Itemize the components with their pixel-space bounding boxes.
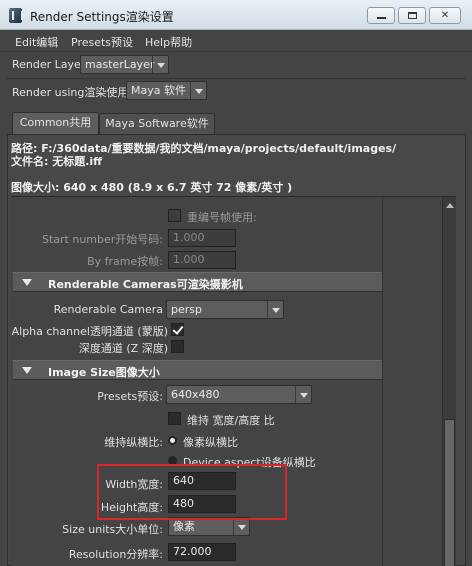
frame-padding-checkbox[interactable] [168,209,181,222]
divider [382,197,383,566]
section-renderable-cameras[interactable]: Renderable Cameras可渲染摄影机 [13,272,382,292]
menu-bar: Edit编辑 Presets预设 Help帮助 [0,30,472,52]
resolution-label: Resolution分辨率: [68,548,163,561]
tab-maya-software[interactable]: Maya Software软件 [99,113,215,134]
maya-app-icon [9,8,23,23]
render-layer-label: Render Layer [12,58,86,71]
size-units-label: Size units大小单位: [62,523,163,536]
render-layer-dropdown[interactable]: masterLayer [80,55,169,74]
collapse-arrow-icon [22,367,32,374]
depth-channel-label: 深度通道 (Z 深度) [78,342,168,355]
render-using-dropdown[interactable]: Maya 软件 [126,81,207,100]
chevron-down-icon [152,56,168,73]
renderable-camera-dropdown[interactable]: persp [166,300,284,319]
section-title: Image Size图像大小 [48,366,160,379]
size-units-value: 像素 [173,520,195,533]
maximize-button[interactable] [398,7,426,24]
chevron-down-icon [267,301,283,318]
resolution-field[interactable]: 72.000 [168,543,236,561]
output-filename: 文件名: 无标题.iff [11,155,103,168]
chevron-down-icon [295,386,311,403]
scroll-thumb[interactable] [444,419,455,566]
presets-label: Presets预设: [97,390,163,403]
window-title: Render Settings渲染设置 [30,10,174,24]
maintain-ratio-label: 维持 宽度/高度 比 [187,414,275,427]
image-size-summary: 图像大小: 640 x 480 (8.9 x 6.7 英寸 72 像素/英寸 ) [11,181,293,194]
menu-edit[interactable]: Edit编辑 [15,34,58,50]
menu-help[interactable]: Help帮助 [145,34,192,50]
presets-value: 640x480 [171,388,220,401]
start-number-field[interactable]: 1.000 [168,229,236,247]
maintain-ratio-checkbox[interactable] [168,412,181,425]
alpha-channel-label: Alpha channel透明通道 (蒙版) [11,325,168,338]
separator [6,78,466,79]
vertical-scrollbar[interactable] [442,197,456,566]
alpha-channel-checkbox[interactable] [171,323,184,336]
section-image-size[interactable]: Image Size图像大小 [13,360,382,380]
maximize-icon [407,12,417,19]
tab-common[interactable]: Common共用 [12,112,99,135]
render-layer-value: masterLayer [85,58,155,71]
pixel-aspect-label: 像素纵横比 [183,436,238,449]
renderable-camera-value: persp [171,303,202,316]
render-using-label: Render using渲染使用: [12,86,133,99]
title-bar: Render Settings渲染设置 ✕ [0,0,472,30]
close-icon: ✕ [440,10,450,21]
section-title: Renderable Cameras可渲染摄影机 [48,278,243,291]
by-frame-field[interactable]: 1.000 [168,251,236,269]
pixel-aspect-radio[interactable] [168,436,177,445]
chevron-down-icon [233,518,249,535]
menu-presets[interactable]: Presets预设 [71,34,133,50]
minimize-button[interactable] [367,7,395,24]
render-using-value: Maya 软件 [131,84,186,97]
start-number-label: Start number开始号码: [41,233,163,246]
collapse-arrow-icon [22,279,32,286]
depth-channel-checkbox[interactable] [171,340,184,353]
presets-dropdown[interactable]: 640x480 [166,385,312,404]
close-button[interactable]: ✕ [429,7,461,24]
minimize-icon [376,17,386,19]
by-frame-label: By frame按帧: [87,255,163,268]
maintain-ratio-by-label: 维持纵横比: [104,436,163,449]
renderable-camera-label: Renderable Camera [53,303,163,316]
highlight-frame [97,464,287,520]
frame-padding-label: 重编号帧使用: [187,211,257,224]
scroll-up-icon[interactable] [443,199,456,211]
chevron-down-icon [190,82,206,99]
